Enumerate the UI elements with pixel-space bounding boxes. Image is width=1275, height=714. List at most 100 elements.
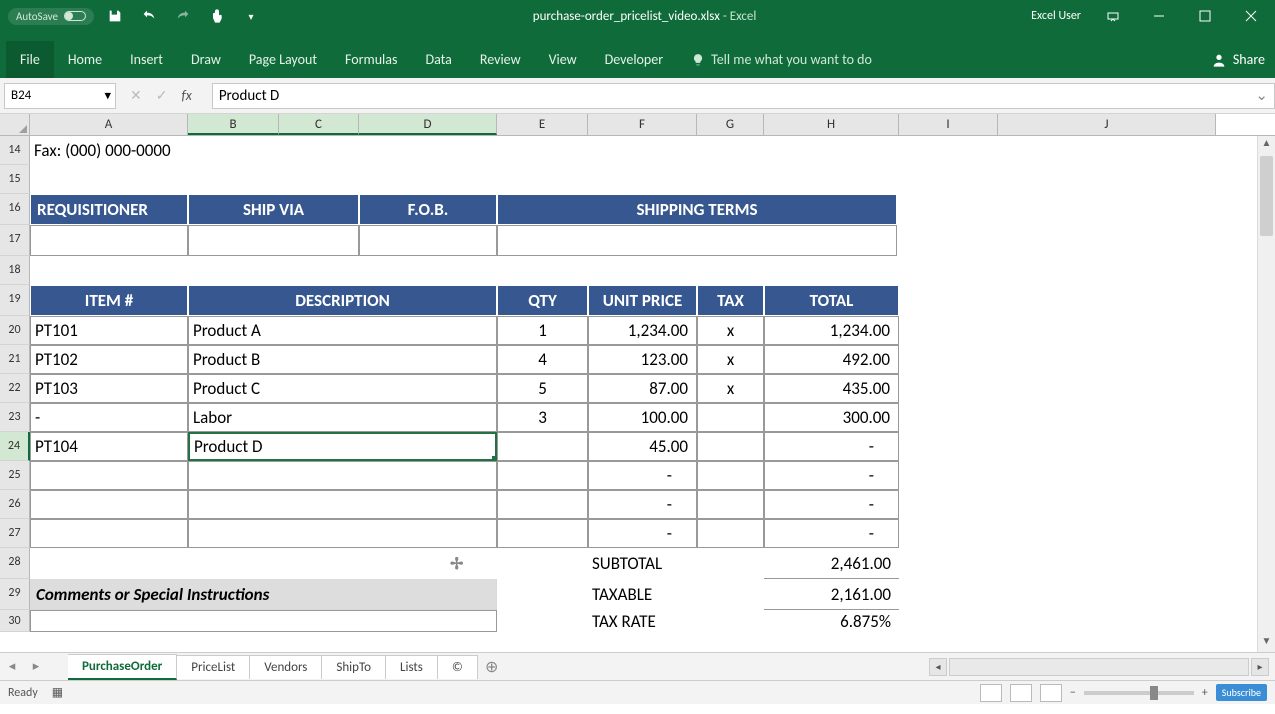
maximize-icon[interactable] [1185, 0, 1225, 32]
cell-total[interactable]: - [764, 432, 899, 461]
subscribe-badge[interactable]: Subscribe [1216, 684, 1267, 701]
zoom-slider[interactable] [1084, 691, 1194, 695]
fill-handle-icon[interactable] [492, 456, 497, 461]
cell-tax[interactable] [697, 403, 764, 432]
cell-empty[interactable] [30, 490, 188, 519]
sheet-tab-copyright[interactable]: © [438, 655, 478, 679]
tab-formulas[interactable]: Formulas [331, 41, 411, 78]
cell-empty[interactable] [188, 461, 497, 490]
col-header-j[interactable]: J [998, 114, 1216, 135]
row-header[interactable]: 18 [0, 256, 30, 285]
cell-empty[interactable] [697, 519, 764, 548]
cancel-icon[interactable]: ✕ [130, 87, 142, 104]
cell-empty[interactable] [188, 490, 497, 519]
cell-empty[interactable] [188, 519, 497, 548]
cell-desc[interactable]: Product A [188, 316, 497, 345]
cell-tax[interactable]: x [697, 374, 764, 403]
expand-formula-icon[interactable]: ⌄ [1255, 86, 1268, 105]
cell-qty[interactable]: 3 [497, 403, 588, 432]
sheet-tab-pricelist[interactable]: PriceList [177, 655, 250, 679]
cell-qty[interactable]: 5 [497, 374, 588, 403]
redo-icon[interactable] [170, 3, 196, 29]
page-break-view-icon[interactable] [1040, 684, 1062, 702]
row-header[interactable]: 14 [0, 136, 30, 165]
hdr-requisitioner[interactable]: REQUISITIONER [30, 194, 188, 225]
scroll-track[interactable] [949, 658, 1249, 676]
col-header-d[interactable]: D [359, 114, 497, 135]
cell-empty[interactable] [30, 165, 1216, 194]
cell-comments-header[interactable]: Comments or Special Instructions [30, 579, 497, 610]
hdr-total[interactable]: TOTAL [764, 285, 899, 316]
sheet-tab-purchaseorder[interactable]: PurchaseOrder [68, 654, 177, 680]
cell-sku[interactable]: PT102 [30, 345, 188, 374]
cell-empty[interactable] [30, 519, 188, 548]
col-header-g[interactable]: G [697, 114, 764, 135]
cell-qty[interactable]: 4 [497, 345, 588, 374]
macro-record-icon[interactable]: ▦ [52, 685, 63, 700]
qat-dropdown-icon[interactable]: ▾ [238, 3, 264, 29]
horizontal-scrollbar[interactable]: ◂ ▸ [929, 658, 1269, 676]
tab-nav-first-icon[interactable]: ◂ [0, 659, 24, 674]
cell-total[interactable]: 300.00 [764, 403, 899, 432]
col-header-h[interactable]: H [764, 114, 899, 135]
cell-dash[interactable]: - [764, 490, 899, 519]
row-header[interactable]: 25 [0, 461, 30, 490]
cell-subtotal-value[interactable]: 2,461.00 [764, 548, 899, 579]
col-header-f[interactable]: F [588, 114, 697, 135]
tell-me-search[interactable]: Tell me what you want to do [677, 41, 886, 78]
cell-desc[interactable]: Product C [188, 374, 497, 403]
undo-icon[interactable] [136, 3, 162, 29]
row-header[interactable]: 28 [0, 548, 30, 579]
sheet-tab-lists[interactable]: Lists [386, 655, 438, 679]
cell-unit[interactable]: 45.00 [588, 432, 697, 461]
row-header[interactable]: 15 [0, 165, 30, 194]
cell-total[interactable]: 435.00 [764, 374, 899, 403]
hdr-item[interactable]: ITEM # [30, 285, 188, 316]
cell-fax[interactable]: Fax: (000) 000-0000 [30, 136, 1216, 165]
spreadsheet-grid[interactable]: A B C D E F G H I J 14 Fax: (000) 000-00… [0, 114, 1275, 652]
cell-empty[interactable] [497, 461, 588, 490]
row-header[interactable]: 29 [0, 579, 30, 610]
cell-empty[interactable] [30, 461, 188, 490]
row-header[interactable]: 17 [0, 225, 30, 256]
cell-desc[interactable]: Labor [188, 403, 497, 432]
user-name[interactable]: Excel User [1025, 9, 1087, 23]
row-header[interactable]: 23 [0, 403, 30, 432]
row-header[interactable]: 22 [0, 374, 30, 403]
cell-empty[interactable] [497, 490, 588, 519]
cell-tax[interactable]: x [697, 345, 764, 374]
cell-unit[interactable]: 1,234.00 [588, 316, 697, 345]
tab-draw[interactable]: Draw [177, 41, 235, 78]
tab-nav-prev-icon[interactable]: ▸ [24, 659, 48, 674]
cell-dash[interactable]: - [764, 461, 899, 490]
autosave-toggle[interactable]: AutoSave [8, 8, 94, 25]
ribbon-options-icon[interactable] [1093, 0, 1133, 32]
touch-mode-icon[interactable] [204, 3, 230, 29]
cell-sku[interactable]: - [30, 403, 188, 432]
hdr-fob[interactable]: F.O.B. [359, 194, 497, 225]
col-header-a[interactable]: A [30, 114, 188, 135]
tab-file[interactable]: File [6, 41, 54, 78]
cell-tax[interactable]: x [697, 316, 764, 345]
row-header[interactable]: 27 [0, 519, 30, 548]
hdr-shipvia[interactable]: SHIP VIA [188, 194, 359, 225]
save-icon[interactable] [102, 3, 128, 29]
name-box[interactable]: B24 ▾ [4, 83, 116, 109]
tab-developer[interactable]: Developer [591, 41, 677, 78]
row-header[interactable]: 16 [0, 194, 30, 225]
cell-sku[interactable]: PT103 [30, 374, 188, 403]
row-header[interactable]: 21 [0, 345, 30, 374]
cell-dash[interactable]: - [588, 490, 697, 519]
cell-input[interactable] [359, 225, 497, 256]
scroll-up-icon[interactable]: ▲ [1258, 136, 1275, 154]
close-icon[interactable] [1231, 0, 1271, 32]
cell-input[interactable] [188, 225, 359, 256]
select-all-corner[interactable] [0, 114, 30, 135]
cell-sku[interactable]: PT101 [30, 316, 188, 345]
share-button[interactable]: Share [1211, 51, 1265, 68]
cell-empty[interactable] [30, 256, 1216, 285]
row-header[interactable]: 26 [0, 490, 30, 519]
hdr-desc[interactable]: DESCRIPTION [188, 285, 497, 316]
tab-review[interactable]: Review [466, 41, 535, 78]
cell-unit[interactable]: 123.00 [588, 345, 697, 374]
